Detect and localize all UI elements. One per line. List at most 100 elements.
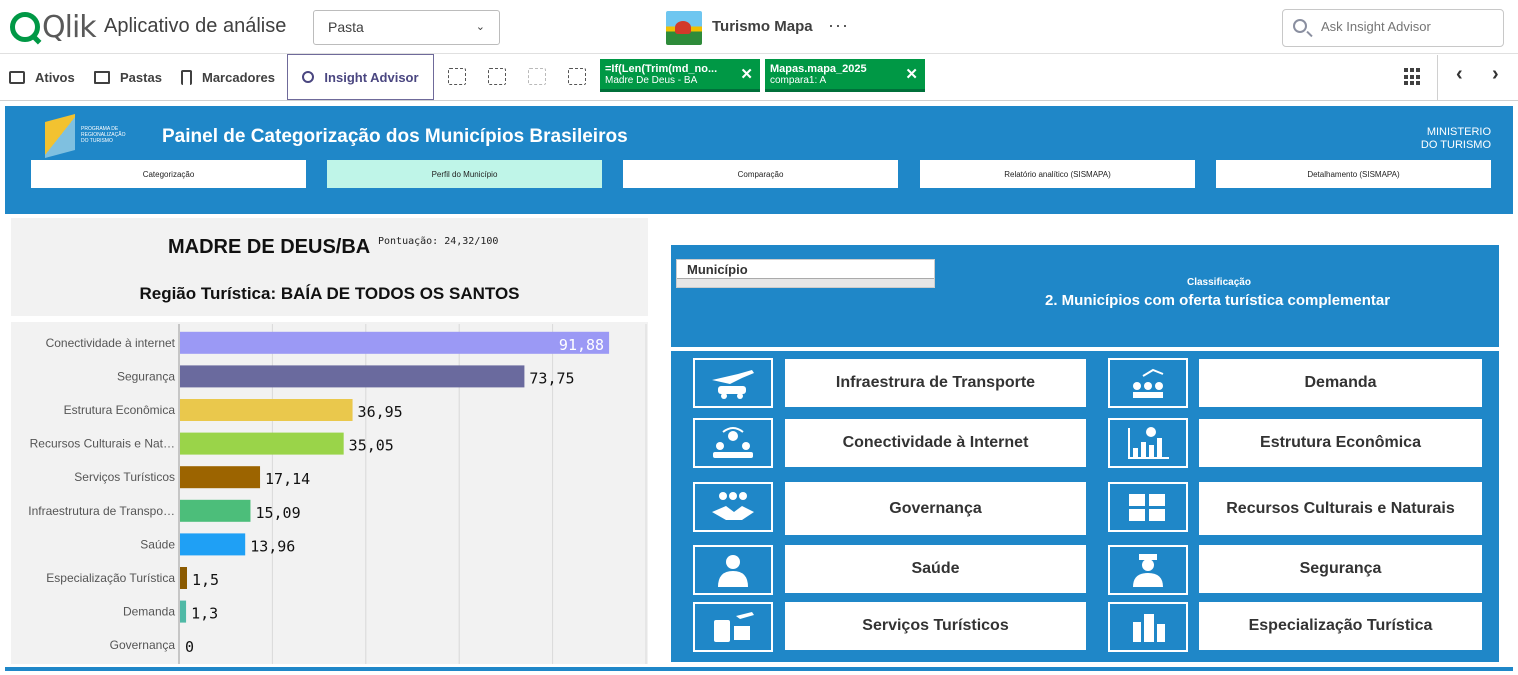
bar-value-label: 1,3 <box>191 605 218 623</box>
bar[interactable] <box>180 331 610 354</box>
ministerio-line2: DO TURISMO <box>1420 139 1491 151</box>
tab-detalhamento[interactable]: Detalhamento (SISMAPA) <box>1216 160 1491 188</box>
tab-relatorio-analitico[interactable]: Relatório analítico (SISMAPA) <box>920 160 1195 188</box>
selection-chip-title: Mapas.mapa_2025 <box>770 63 867 75</box>
governance-handshake-icon <box>693 482 773 532</box>
insight-search-box[interactable] <box>1282 9 1504 47</box>
insight-icon <box>302 71 315 83</box>
more-options-icon[interactable]: ··· <box>828 15 849 36</box>
tab-perfil-municipio[interactable]: Perfil do Município <box>327 160 602 188</box>
selection-chip-value: compara1: A <box>770 75 827 86</box>
ativos-button[interactable]: Ativos <box>9 54 75 100</box>
pastas-label: Pastas <box>120 69 162 85</box>
tab-categorizacao[interactable]: Categorização <box>31 160 306 188</box>
bar-value-label: 0 <box>185 638 194 656</box>
dim-recursos-culturais[interactable]: Recursos Culturais e Naturais <box>1199 482 1482 535</box>
app-thumbnail-icon[interactable] <box>666 11 702 45</box>
step-back-icon[interactable] <box>488 68 506 85</box>
clear-selections-icon[interactable] <box>568 68 586 85</box>
bar-value-label: 13,96 <box>250 537 295 555</box>
bar[interactable] <box>180 499 251 522</box>
dim-governanca[interactable]: Governança <box>785 482 1086 535</box>
marcadores-button[interactable]: Marcadores <box>181 54 275 100</box>
chevron-down-icon: ⌄ <box>475 21 485 33</box>
bookmark-icon <box>181 69 192 85</box>
bar[interactable] <box>180 567 188 589</box>
bottom-divider <box>5 667 1513 671</box>
app-name[interactable]: Turismo Mapa <box>712 18 813 35</box>
municipio-header: MADRE DE DEUS/BA Pontuação: 24,32/100 Re… <box>11 218 648 316</box>
selection-chip-title: =If(Len(Trim(md_no... <box>605 63 718 75</box>
transport-icon <box>693 358 773 408</box>
dim-saude[interactable]: Saúde <box>785 545 1086 593</box>
qlik-logo[interactable]: Qlik <box>10 8 97 46</box>
municipio-table-header[interactable]: Município <box>677 260 934 279</box>
ministerio-label: MINISTERIO DO TURISMO <box>1421 126 1491 152</box>
dim-demanda[interactable]: Demanda <box>1199 359 1482 407</box>
panel-icon <box>9 70 25 84</box>
ministerio-line1: MINISTERIO <box>1426 126 1491 138</box>
sheet-dropdown-label: Pasta <box>328 19 364 35</box>
municipio-score: Pontuação: 24,32/100 <box>378 236 499 247</box>
classificacao-label: Classificação <box>1187 277 1251 288</box>
bar[interactable] <box>180 466 261 489</box>
smart-search-icon[interactable] <box>448 68 466 85</box>
logo-caption: PROGRAMA DE REGIONALIZAÇÃO DO TURISMO <box>81 126 126 144</box>
top-bar: Qlik Aplicativo de análise Pasta ⌄ Turis… <box>0 0 1518 54</box>
bar[interactable] <box>180 365 525 388</box>
connectivity-icon <box>693 418 773 468</box>
sheets-icon <box>94 70 110 84</box>
divider <box>1437 55 1438 100</box>
logo-text: Qlik <box>42 9 97 45</box>
regionalizacao-logo: PROGRAMA DE REGIONALIZAÇÃO DO TURISMO <box>45 113 135 159</box>
close-icon[interactable]: ✕ <box>740 65 753 83</box>
sheet-dropdown[interactable]: Pasta ⌄ <box>313 10 500 45</box>
dim-conectividade[interactable]: Conectividade à Internet <box>785 419 1086 467</box>
municipio-table[interactable]: Município <box>676 259 935 288</box>
qlik-q-icon <box>10 12 40 42</box>
category-label: Infraestrutura de Transpo… <box>28 504 175 518</box>
bar-chart-svg: Conectividade à internet 91,88 Segurança 73… <box>28 324 647 664</box>
category-label: Especialização Turística <box>46 571 175 585</box>
logo-shape-icon <box>45 113 75 159</box>
bar[interactable] <box>180 399 353 421</box>
marcadores-label: Marcadores <box>202 69 275 85</box>
bar-value-label: 73,75 <box>529 369 574 387</box>
ativos-label: Ativos <box>35 69 75 85</box>
insight-advisor-button[interactable]: Insight Advisor <box>287 54 434 100</box>
bar-value-label: 17,14 <box>265 470 310 488</box>
search-icon <box>1293 19 1307 33</box>
sheet-canvas: PROGRAMA DE REGIONALIZAÇÃO DO TURISMO Pa… <box>0 102 1518 675</box>
previous-sheet-icon[interactable]: ‹ <box>1456 63 1463 86</box>
category-label: Estrutura Econômica <box>64 403 176 417</box>
pastas-button[interactable]: Pastas <box>94 54 162 100</box>
dim-especializacao-turistica[interactable]: Especialização Turística <box>1199 602 1482 650</box>
bar[interactable] <box>180 432 344 455</box>
step-forward-icon[interactable] <box>528 68 546 85</box>
selection-chip-mapa[interactable]: Mapas.mapa_2025 compara1: A ✕ <box>765 59 925 92</box>
category-label: Governança <box>110 638 176 652</box>
dim-servicos-turisticos[interactable]: Serviços Turísticos <box>785 602 1086 650</box>
dim-estrutura-economica[interactable]: Estrutura Econômica <box>1199 419 1482 467</box>
classificacao-value: 2. Municípios com oferta turística compl… <box>1045 292 1391 309</box>
category-label: Serviços Turísticos <box>74 470 175 484</box>
category-label: Demanda <box>123 605 175 619</box>
demand-icon <box>1108 358 1188 408</box>
dim-infraestrutura-transporte[interactable]: Infraestrura de Transporte <box>785 359 1086 407</box>
close-icon[interactable]: ✕ <box>905 65 918 83</box>
tab-comparacao[interactable]: Comparação <box>623 160 898 188</box>
selection-chip-municipio[interactable]: =If(Len(Trim(md_no... Madre De Deus - BA… <box>600 59 760 92</box>
selection-chip-value: Madre De Deus - BA <box>605 75 698 86</box>
dimension-bar-chart[interactable]: Conectividade à internet 91,88 Segurança 73… <box>11 322 648 664</box>
health-doctor-icon <box>693 545 773 595</box>
economy-chart-icon <box>1108 418 1188 468</box>
bar[interactable] <box>180 600 187 623</box>
grid-view-icon[interactable] <box>1404 68 1422 86</box>
regiao-turistica: Região Turística: BAÍA DE TODOS OS SANTO… <box>139 284 520 303</box>
dim-seguranca[interactable]: Segurança <box>1199 545 1482 593</box>
insight-search-input[interactable] <box>1321 19 1491 34</box>
bar[interactable] <box>180 533 246 556</box>
cultural-resources-icon <box>1108 482 1188 532</box>
category-label: Conectividade à internet <box>46 336 176 350</box>
next-sheet-icon[interactable]: › <box>1492 63 1499 86</box>
